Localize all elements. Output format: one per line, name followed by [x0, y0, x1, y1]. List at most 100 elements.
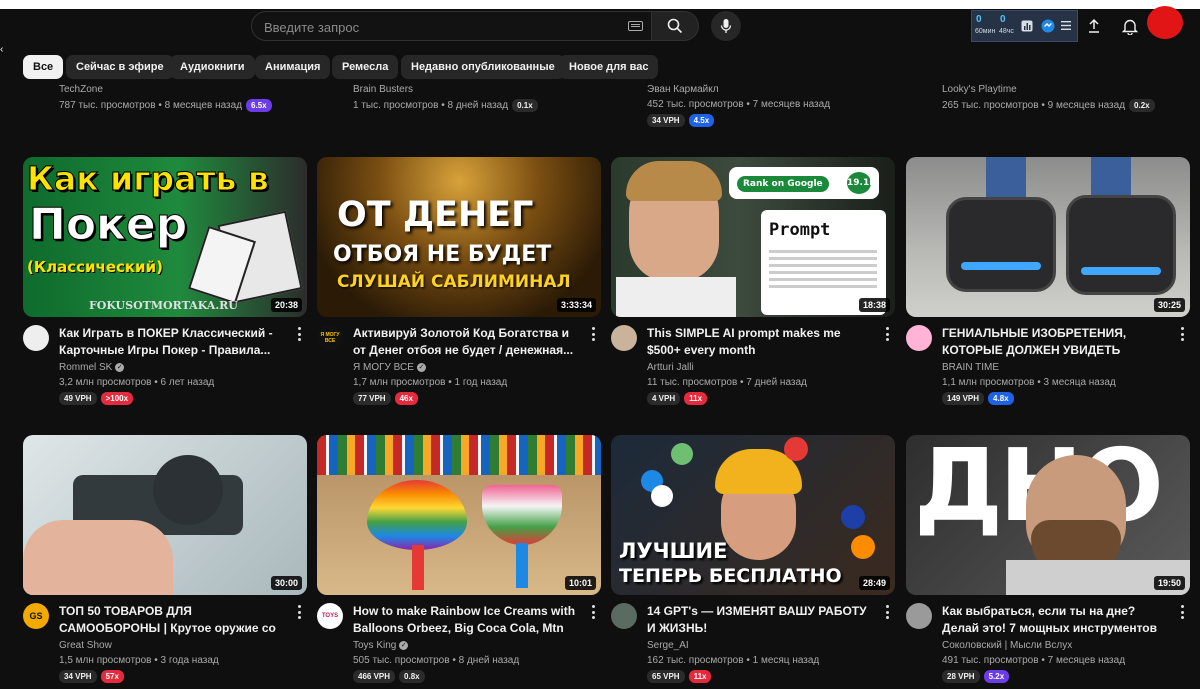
- channel-name[interactable]: Соколовский | Мысли Вслух: [942, 640, 1072, 651]
- views-and-age: 1 тыс. просмотров • 8 дней назад: [353, 100, 509, 111]
- video-title[interactable]: ТОП 50 ТОВАРОВ ДЛЯ САМООБОРОНЫ | Крутое …: [59, 603, 287, 637]
- search-button[interactable]: [651, 11, 699, 41]
- vph-badge: 65 VPH: [647, 670, 685, 683]
- chip-new-to-you[interactable]: Новое для вас: [559, 55, 659, 79]
- channel-avatar[interactable]: Я МОГУ ВСЕ: [317, 325, 343, 351]
- channel-name[interactable]: Brain Busters: [353, 84, 413, 95]
- video-title[interactable]: Как выбраться, если ты на дне? Делай это…: [942, 603, 1170, 637]
- thumb-text: FOKUSOTMORTAKA.RU: [89, 299, 238, 312]
- thumb-text: (Классический): [27, 258, 163, 276]
- video-meta: 1 тыс. просмотров • 8 дней назад 0.1x: [353, 99, 538, 112]
- channel-name[interactable]: Rommel SK ✓: [59, 362, 125, 373]
- notifications-bell-icon[interactable]: [1121, 17, 1139, 35]
- views-and-age: 1,5 млн просмотров • 3 года назад: [59, 655, 219, 666]
- channel-label: Rommel SK: [59, 362, 113, 373]
- revolver-cylinder: [153, 455, 223, 525]
- video-thumbnail[interactable]: Rank on Google 19.1k Prompt 18:38: [611, 157, 895, 317]
- channel-name[interactable]: Эван Кармайкл: [647, 84, 719, 95]
- video-thumbnail[interactable]: Как играть в Покер (Классический) FOKUSO…: [23, 157, 307, 317]
- chip-audiobooks[interactable]: Аудиокниги: [170, 55, 255, 79]
- more-options-icon[interactable]: [295, 605, 303, 619]
- more-options-icon[interactable]: [295, 327, 303, 341]
- extension-logo-icon[interactable]: [1041, 19, 1055, 33]
- views-and-age: 452 тыс. просмотров • 7 месяцев назад: [647, 99, 831, 110]
- video-title[interactable]: How to make Rainbow Ice Creams with Ball…: [353, 603, 581, 637]
- verified-icon: ✓: [399, 640, 409, 650]
- more-options-icon[interactable]: [1178, 605, 1186, 619]
- video-title[interactable]: Активируй Золотой Код Богатства и от Ден…: [353, 325, 581, 359]
- video-thumbnail[interactable]: ЛУЧШИЕ ТЕПЕРЬ БЕСПЛАТНО 28:49: [611, 435, 895, 595]
- video-thumbnail[interactable]: 30:25: [906, 157, 1190, 317]
- channel-avatar[interactable]: GS: [23, 603, 49, 629]
- channel-name[interactable]: BRAIN TIME: [942, 362, 999, 373]
- cup-stem: [516, 543, 528, 588]
- thumb-text: ОТБОЯ НЕ БУДЕТ: [333, 242, 552, 267]
- rainbow-heart: [367, 480, 467, 550]
- views-and-age: 505 тыс. просмотров • 8 дней назад: [353, 655, 520, 666]
- video-meta: 265 тыс. просмотров • 9 месяцев назад 0.2…: [942, 99, 1155, 112]
- outlier-badge: 46x: [394, 392, 418, 405]
- keyboard-icon[interactable]: [628, 21, 643, 31]
- channel-name[interactable]: Artturi Jalli: [647, 362, 694, 373]
- video-thumbnail[interactable]: 30:00: [23, 435, 307, 595]
- channel-avatar[interactable]: [611, 325, 637, 351]
- channel-avatar[interactable]: [906, 603, 932, 629]
- video-title[interactable]: This SIMPLE AI prompt makes me $500+ eve…: [647, 325, 875, 359]
- video-title[interactable]: Как Играть в ПОКЕР Классический - Карточ…: [59, 325, 287, 359]
- channel-label: Serge_AI: [647, 640, 689, 651]
- outlier-badge: 11x: [688, 670, 712, 683]
- text-lines-decoration: [769, 250, 877, 253]
- more-options-icon[interactable]: [883, 605, 891, 619]
- channel-avatar[interactable]: TOYS: [317, 603, 343, 629]
- chip-all[interactable]: Все: [23, 55, 64, 79]
- channel-name[interactable]: Toys King ✓: [353, 640, 409, 651]
- channel-label: Toys King: [353, 640, 397, 651]
- chip-live[interactable]: Сейчас в эфире: [66, 55, 174, 79]
- channel-name[interactable]: Looky's Playtime: [942, 84, 1017, 95]
- badges: 28 VPH 5.2x: [942, 670, 1010, 683]
- video-thumbnail[interactable]: 10:01: [317, 435, 601, 595]
- channel-avatar[interactable]: [906, 325, 932, 351]
- outlier-badge: 0.8x: [399, 670, 425, 683]
- more-options-icon[interactable]: [589, 327, 597, 341]
- top-bar: 0 60мин 0 48чс: [0, 6, 1200, 46]
- chip-crafts[interactable]: Ремесла: [332, 55, 399, 79]
- channel-name[interactable]: Great Show: [59, 640, 112, 651]
- thumb-text: Как играть в: [27, 159, 270, 199]
- channel-avatar[interactable]: [23, 325, 49, 351]
- channel-label: BRAIN TIME: [942, 362, 1000, 373]
- vph-badge: 34 VPH: [647, 114, 685, 127]
- voice-search-button[interactable]: [711, 11, 741, 41]
- video-title[interactable]: ГЕНИАЛЬНЫЕ ИЗОБРЕТЕНИЯ, КОТОРЫЕ ДОЛЖЕН У…: [942, 325, 1170, 359]
- views-and-age: 491 тыс. просмотров • 7 месяцев назад: [942, 655, 1126, 666]
- thumb-text: Prompt: [769, 220, 831, 240]
- user-avatar[interactable]: [1147, 6, 1183, 39]
- channel-name[interactable]: Я МОГУ ВСЕ ✓: [353, 362, 426, 373]
- vph-badge: 77 VPH: [353, 392, 391, 405]
- glow-strip: [1081, 267, 1161, 275]
- chip-recently-uploaded[interactable]: Недавно опубликованные: [401, 55, 565, 79]
- extension-stats-panel[interactable]: 0 60мин 0 48чс: [971, 10, 1078, 42]
- video-duration: 19:50: [1153, 576, 1185, 590]
- menu-icon[interactable]: [1061, 21, 1071, 30]
- search-input[interactable]: [264, 18, 614, 36]
- video-title[interactable]: 14 GPT's — ИЗМЕНЯТ ВАШУ РАБОТУ И ЖИЗНЬ!: [647, 603, 875, 637]
- channel-name[interactable]: TechZone: [59, 84, 103, 95]
- ice-cream-cup: [482, 485, 562, 545]
- video-thumbnail[interactable]: ДНО 19:50: [906, 435, 1190, 595]
- upload-icon[interactable]: [1085, 17, 1103, 35]
- chip-animation[interactable]: Анимация: [255, 55, 331, 79]
- channel-avatar[interactable]: [611, 603, 637, 629]
- more-options-icon[interactable]: [589, 605, 597, 619]
- channel-name[interactable]: Serge_AI: [647, 640, 689, 651]
- search-box[interactable]: [251, 11, 651, 41]
- video-thumbnail[interactable]: ОТ ДЕНЕГ ОТБОЯ НЕ БУДЕТ СЛУШАЙ САБЛИМИНА…: [317, 157, 601, 317]
- vph-badge: 4 VPH: [647, 392, 681, 405]
- more-options-icon[interactable]: [883, 327, 891, 341]
- robot-boot-right: [1066, 195, 1176, 295]
- more-options-icon[interactable]: [1178, 327, 1186, 341]
- bar-chart-icon[interactable]: [1021, 20, 1033, 32]
- views-and-age: 3,2 млн просмотров • 6 лет назад: [59, 377, 215, 388]
- google-rank-card: Rank on Google 19.1k: [729, 167, 879, 199]
- badges: 34 VPH 57x: [59, 670, 124, 683]
